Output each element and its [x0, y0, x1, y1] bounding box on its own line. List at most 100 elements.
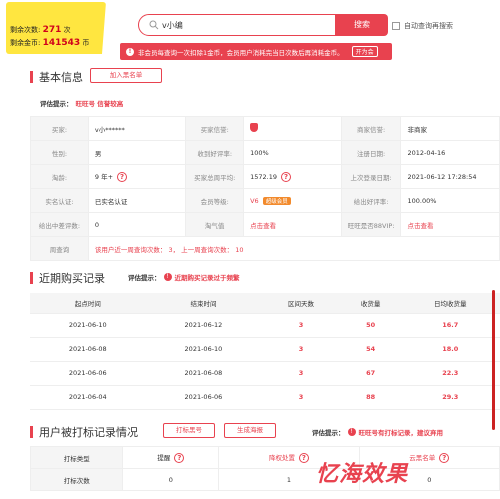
mark-account-button[interactable]: 打标黑号 — [163, 423, 215, 438]
downgrade-label: 降权处置 — [268, 454, 295, 462]
remind-label: 提醒 — [157, 454, 171, 462]
report-title: 用户被打标记录情况 — [30, 424, 138, 440]
member-badge: 超级会员 — [262, 196, 291, 205]
auto-save-toggle[interactable]: 自动查询再搜索 — [392, 21, 453, 31]
tip-text: 旺旺号有打标记录，建议弃用 — [358, 429, 444, 437]
member-level-value: V6 超级会员 — [243, 188, 342, 213]
weekly-query-label: 周查询 — [30, 236, 89, 261]
checkbox[interactable] — [392, 22, 400, 30]
seller-credit-label: 商家信誉: — [340, 116, 402, 141]
remaining-count: 剩余次数: 271 次 — [10, 24, 106, 37]
days: 3 — [261, 385, 341, 410]
member-level-text: V6 — [250, 196, 259, 205]
member-level-label: 会员等级: — [185, 188, 245, 213]
help-icon[interactable]: ? — [281, 171, 291, 182]
negative-count-value: 0 — [87, 212, 187, 237]
alert-icon: ! — [347, 428, 356, 436]
table-row: 2021-06-06 2021-06-08 3 67 22.3 — [30, 361, 500, 386]
table-row: 2021-06-10 2021-06-12 3 50 16.7 — [30, 313, 500, 338]
naughty-value-link[interactable]: 点击查看 — [243, 212, 342, 237]
naughty-value-label: 淘气值 — [185, 212, 245, 237]
weekly-average-value: 1572.19? — [243, 164, 342, 189]
report-table: 打标类型 提醒? 降权处置? 云黑名单? 打标次数 0 1 0 — [29, 446, 500, 491]
buyer-label: 买家: — [30, 116, 89, 141]
table-row: 实名认证: 已实名认证 会员等级: V6 超级会员 给出好评率: 100.00% — [30, 188, 500, 213]
tip-text: 近期购买记录过于频繁 — [174, 274, 240, 282]
help-icon[interactable]: ? — [117, 172, 128, 182]
basic-info-title: 基本信息 — [30, 69, 83, 85]
buyer-credit-label: 买家信誉: — [185, 116, 245, 141]
watermark-logo: 忆海效果 — [316, 462, 409, 487]
days: 3 — [261, 313, 341, 338]
remaining-coins: 剩余金币: 141543 币 — [10, 37, 106, 50]
vip88-label: 旺旺是否88VIP: — [340, 212, 402, 237]
start-date: 2021-06-08 — [30, 337, 146, 362]
weekly-average-text: 1572.19 — [250, 172, 277, 181]
remaining-value: 271 — [42, 25, 62, 35]
table-row: 2021-06-08 2021-06-10 3 54 18.0 — [30, 337, 500, 362]
remaining-unit: 次 — [63, 26, 71, 34]
tip-label: 评估提示： — [312, 429, 345, 437]
remaining-label: 剩余次数: — [10, 26, 41, 34]
taobao-age-text: 9 年+ — [94, 173, 114, 181]
start-date: 2021-06-10 — [30, 313, 146, 338]
last-login-label: 上次登录日期: — [340, 164, 402, 189]
received: 88 — [340, 385, 401, 410]
scrollbar[interactable] — [492, 290, 495, 430]
column-header: 区间天数 — [261, 293, 341, 314]
search-button[interactable]: 搜索 — [336, 14, 388, 36]
notice-text: 非会员每查询一次扣除1金币，会员用户消耗完当日次数后再消耗金币。 — [138, 48, 344, 57]
positive-rate-value: 100% — [243, 140, 342, 165]
received: 67 — [340, 361, 401, 386]
tip-text: 旺旺号 信誉较高 — [75, 100, 124, 108]
weekly-average-label: 买家总周平均: — [185, 164, 245, 189]
help-icon[interactable]: ? — [174, 453, 185, 463]
vip88-link[interactable]: 点击查看 — [400, 212, 500, 237]
start-date: 2021-06-06 — [30, 361, 146, 386]
help-icon[interactable]: ? — [439, 453, 450, 463]
real-name-value: 已实名认证 — [87, 188, 187, 213]
table-row: 周查询 该用户近一周查询次数： 3， 上一周查询次数： 10 — [30, 236, 500, 261]
table-row: 买家: v小****** 买家信誉: 商家信誉: 非商家 — [30, 116, 500, 141]
daily-average: 22.3 — [400, 361, 500, 386]
table-row: 给出中差评数: 0 淘气值 点击查看 旺旺是否88VIP: 点击查看 — [30, 212, 500, 237]
days: 3 — [261, 337, 341, 362]
taobao-age-label: 淘龄: — [30, 164, 89, 189]
received: 54 — [340, 337, 401, 362]
start-date: 2021-06-04 — [30, 385, 146, 410]
add-blacklist-button[interactable]: 加入黑名单 — [90, 68, 162, 83]
purchase-title-label: 近期购买记录 — [39, 272, 105, 285]
last-login-value: 2021-06-12 17:28:54 — [400, 164, 500, 189]
given-positive-rate-value: 100.00% — [400, 188, 500, 213]
buyer-value: v小****** — [87, 116, 187, 141]
section-marker — [30, 272, 33, 284]
gender-value: 男 — [87, 140, 187, 165]
taobao-age-value: 9 年+? — [87, 164, 187, 189]
open-membership-button[interactable]: 开为会 — [351, 46, 378, 57]
end-date: 2021-06-12 — [145, 313, 262, 338]
weekly-query-value: 该用户近一周查询次数： 3， 上一周查询次数： 10 — [87, 236, 500, 261]
generate-poster-button[interactable]: 生成海报 — [224, 423, 276, 438]
search-icon — [149, 20, 159, 30]
search-value: v小编 — [162, 20, 183, 30]
search-input[interactable]: v小编 — [138, 14, 336, 36]
table-header: 起点时间 结束时间 区间天数 收货量 日均收货量 — [30, 293, 500, 314]
remind-cell: 提醒? — [122, 446, 220, 469]
real-name-label: 实名认证: — [30, 188, 89, 213]
column-header: 起点时间 — [30, 293, 146, 314]
auto-save-label: 自动查询再搜索 — [404, 22, 453, 30]
basic-tip: 评估提示： 旺旺号 信誉较高 — [40, 98, 123, 108]
purchase-title: 近期购买记录 — [30, 270, 105, 286]
given-positive-rate-label: 给出好评率: — [340, 188, 402, 213]
purchase-table: 起点时间 结束时间 区间天数 收货量 日均收货量 2021-06-10 2021… — [30, 293, 500, 410]
negative-count-label: 给出中差评数: — [30, 212, 89, 237]
daily-average: 16.7 — [400, 313, 500, 338]
notice-bar: ! 非会员每查询一次扣除1金币，会员用户消耗完当日次数后再消耗金币。 开为会 — [120, 43, 392, 60]
help-icon[interactable]: ? — [298, 453, 309, 463]
end-date: 2021-06-06 — [145, 385, 262, 410]
days: 3 — [261, 361, 341, 386]
column-header: 结束时间 — [145, 293, 262, 314]
daily-average: 18.0 — [400, 337, 500, 362]
tip-label: 评估提示： — [128, 274, 161, 282]
quota-card: 剩余次数: 271 次 剩余金币: 141543 币 — [6, 2, 106, 54]
